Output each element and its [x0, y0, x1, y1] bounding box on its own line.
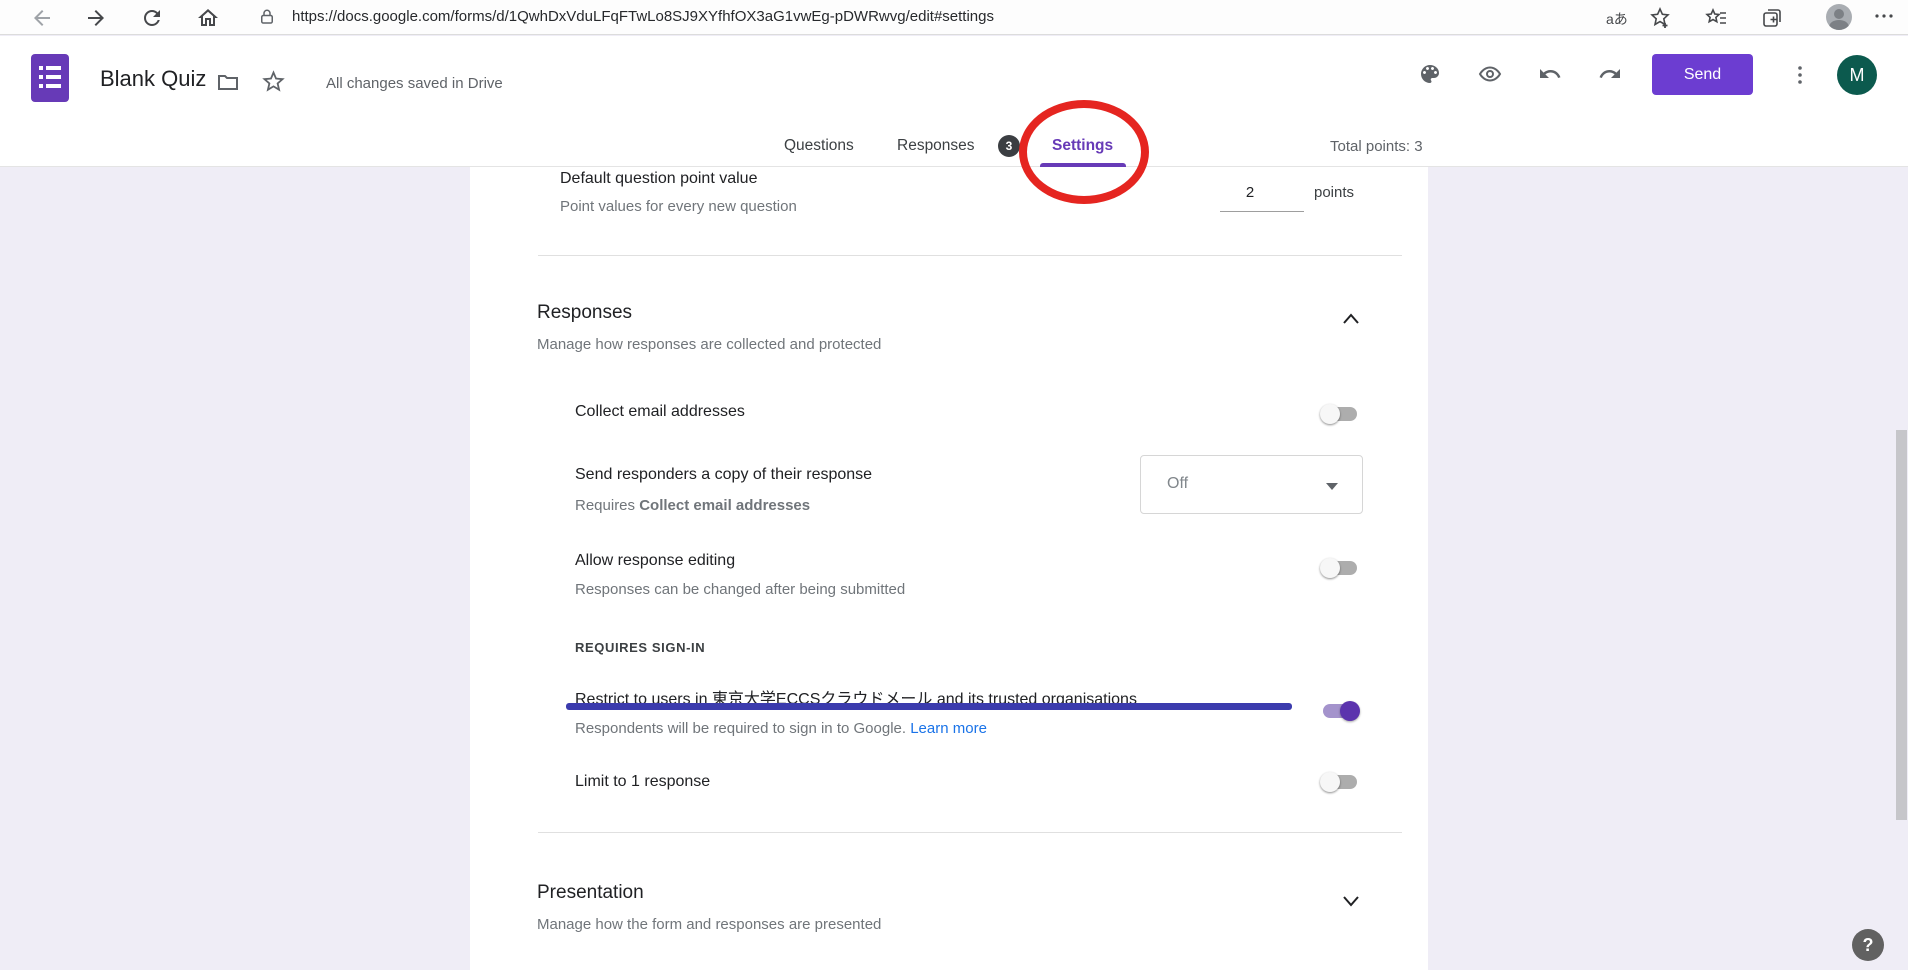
limit-one-response-toggle[interactable]	[1320, 772, 1360, 792]
send-button[interactable]: Send	[1652, 54, 1753, 95]
scrollbar-thumb[interactable]	[1896, 430, 1907, 820]
send-copy-subtitle: Requires Collect email addresses	[575, 497, 810, 514]
collections-icon[interactable]	[1760, 6, 1784, 30]
save-status: All changes saved in Drive	[326, 75, 503, 92]
back-icon[interactable]	[30, 6, 54, 30]
annotation-underline	[566, 703, 1292, 710]
restrict-subtitle-text: Respondents will be required to sign in …	[575, 720, 910, 737]
collect-email-toggle[interactable]	[1320, 404, 1360, 424]
expand-chevron-down-icon[interactable]	[1342, 894, 1360, 906]
refresh-icon[interactable]	[140, 6, 164, 30]
settings-page: Default question point value Point value…	[0, 167, 1908, 970]
point-value-input[interactable]: 2	[1210, 184, 1290, 201]
tab-questions[interactable]: Questions	[784, 137, 854, 155]
collect-email-title: Collect email addresses	[575, 403, 745, 421]
learn-more-link[interactable]: Learn more	[910, 720, 987, 737]
allow-editing-title: Allow response editing	[575, 552, 735, 570]
account-avatar[interactable]: M	[1837, 55, 1877, 95]
lock-icon[interactable]	[258, 8, 276, 26]
more-options-icon[interactable]	[1788, 63, 1812, 87]
forward-icon[interactable]	[84, 6, 108, 30]
add-favorite-icon[interactable]	[1648, 6, 1672, 30]
allow-editing-subtitle: Responses can be changed after being sub…	[575, 581, 905, 598]
tab-bar: Questions Responses 3 Settings Total poi…	[0, 122, 1908, 167]
points-unit-label: points	[1314, 184, 1354, 201]
undo-icon[interactable]	[1538, 62, 1562, 86]
requires-sign-in-header: REQUIRES SIGN-IN	[575, 640, 705, 655]
annotation-circle	[1019, 100, 1149, 204]
settings-card: Default question point value Point value…	[470, 167, 1428, 970]
home-icon[interactable]	[196, 6, 220, 30]
send-copy-subtitle-bold: Collect email addresses	[639, 497, 810, 514]
dropdown-selected-value: Off	[1167, 475, 1188, 493]
restrict-users-subtitle: Respondents will be required to sign in …	[575, 720, 987, 737]
redo-icon[interactable]	[1598, 62, 1622, 86]
presentation-section-title: Presentation	[537, 882, 644, 904]
limit-one-response-title: Limit to 1 response	[575, 773, 710, 791]
customize-theme-icon[interactable]	[1418, 62, 1442, 86]
move-folder-icon[interactable]	[216, 70, 240, 94]
total-points: Total points: 3	[1330, 138, 1423, 155]
browser-profile-icon[interactable]	[1826, 4, 1852, 30]
point-value-input-underline	[1220, 211, 1304, 212]
document-title[interactable]: Blank Quiz	[100, 66, 206, 92]
preview-eye-icon[interactable]	[1478, 62, 1502, 86]
allow-editing-toggle[interactable]	[1320, 558, 1360, 578]
send-copy-title: Send responders a copy of their response	[575, 466, 872, 484]
translate-icon[interactable]: aあ	[1606, 9, 1628, 29]
browser-menu-icon[interactable]	[1872, 10, 1896, 34]
send-copy-dropdown[interactable]: Off	[1140, 455, 1363, 514]
responses-count-badge: 3	[998, 135, 1020, 157]
browser-toolbar: https://docs.google.com/forms/d/1QwhDxVd…	[0, 0, 1908, 35]
default-point-value-subtitle: Point values for every new question	[560, 198, 797, 215]
responses-section-title: Responses	[537, 302, 632, 324]
section-divider	[538, 255, 1402, 256]
restrict-users-toggle[interactable]	[1320, 701, 1360, 721]
favorites-bar-icon[interactable]	[1704, 6, 1728, 30]
help-button[interactable]: ?	[1852, 929, 1884, 961]
tab-responses[interactable]: Responses	[897, 137, 975, 155]
address-bar[interactable]: https://docs.google.com/forms/d/1QwhDxVd…	[292, 8, 994, 25]
star-icon[interactable]	[260, 68, 287, 95]
send-copy-subtitle-prefix: Requires	[575, 497, 639, 514]
presentation-section-subtitle: Manage how the form and responses are pr…	[537, 916, 881, 933]
responses-section-subtitle: Manage how responses are collected and p…	[537, 336, 881, 353]
dropdown-caret-icon	[1326, 483, 1338, 490]
section-divider	[538, 832, 1402, 833]
default-point-value-title: Default question point value	[560, 170, 757, 188]
collapse-chevron-up-icon[interactable]	[1342, 312, 1360, 324]
google-forms-logo[interactable]	[31, 54, 69, 102]
